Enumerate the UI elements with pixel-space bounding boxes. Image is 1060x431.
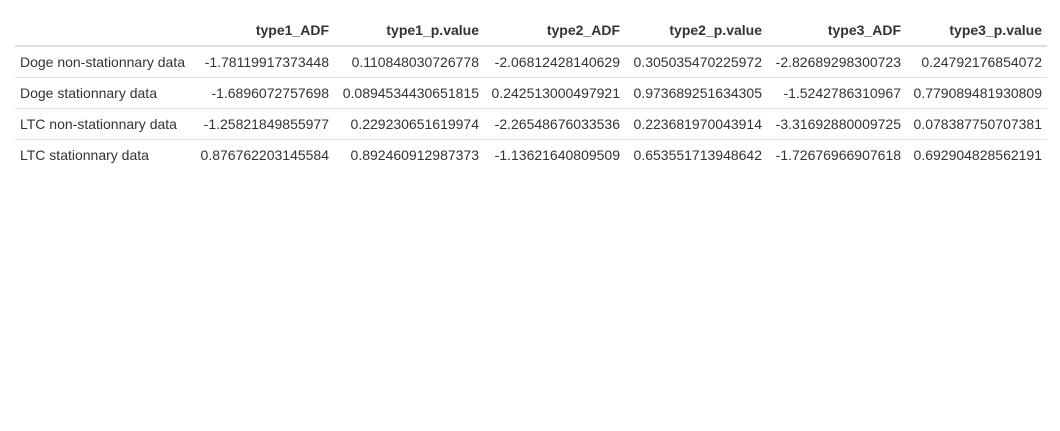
table-cell: -1.72676966907618 [767, 139, 906, 170]
table-cell: 0.892460912987373 [334, 139, 484, 170]
table-cell: -2.26548676033536 [484, 108, 625, 140]
table-row: Doge non-stationnary data -1.78119917373… [15, 46, 1047, 78]
header-cell-type2-pvalue: type2_p.value [625, 15, 767, 47]
row-label: Doge stationnary data [15, 77, 195, 109]
table-cell: -1.78119917373448 [204, 54, 329, 70]
table-cell: 0.078387750707381 [906, 108, 1047, 140]
table-cell: 0.305035470225972 [633, 54, 762, 70]
results-table-container: type1_ADF type1_p.value type2_ADF type2_… [15, 15, 1047, 170]
header-cell-type2-adf: type2_ADF [484, 15, 625, 47]
table-cell: 0.779089481930809 [906, 77, 1047, 109]
table-cell: 0.0894534430651815 [334, 77, 484, 109]
table-cell: -2.82689298300723 [775, 54, 901, 70]
row-label: Doge non-stationnary data [20, 54, 185, 70]
header-cell-rowname [15, 15, 195, 47]
table-cell: 0.223681970043914 [625, 108, 767, 140]
table-cell: 0.242513000497921 [484, 77, 625, 109]
table-row: LTC stationnary data 0.876762203145584 0… [15, 139, 1047, 170]
table-cell: 0.692904828562191 [906, 139, 1047, 170]
row-label: LTC non-stationnary data [15, 108, 195, 140]
header-cell-type3-pvalue: type3_p.value [906, 15, 1047, 47]
table-cell: -2.06812428140629 [494, 54, 620, 70]
table-header: type1_ADF type1_p.value type2_ADF type2_… [15, 15, 1047, 47]
header-cell-type1-pvalue: type1_p.value [334, 15, 484, 47]
table-cell: 0.229230651619974 [334, 108, 484, 140]
table-cell: -1.6896072757698 [195, 77, 334, 109]
header-cell-type3-adf: type3_ADF [767, 15, 906, 47]
table-cell: 0.24792176854072 [921, 54, 1042, 70]
table-cell: 0.973689251634305 [625, 77, 767, 109]
table-row: Doge stationnary data -1.6896072757698 0… [15, 77, 1047, 109]
table-cell: -1.5242786310967 [767, 77, 906, 109]
header-row: type1_ADF type1_p.value type2_ADF type2_… [15, 15, 1047, 47]
table-cell: 0.110848030726778 [351, 54, 479, 70]
row-label: LTC stationnary data [15, 139, 195, 170]
table-cell: -3.31692880009725 [767, 108, 906, 140]
table-cell: 0.653551713948642 [625, 139, 767, 170]
adf-results-table: type1_ADF type1_p.value type2_ADF type2_… [15, 15, 1047, 170]
table-cell: 0.876762203145584 [195, 139, 334, 170]
table-cell: -1.13621640809509 [484, 139, 625, 170]
table-row: LTC non-stationnary data -1.258218498559… [15, 108, 1047, 140]
table-body: Doge non-stationnary data -1.78119917373… [15, 46, 1047, 170]
table-cell: -1.25821849855977 [195, 108, 334, 140]
header-cell-type1-adf: type1_ADF [195, 15, 334, 47]
